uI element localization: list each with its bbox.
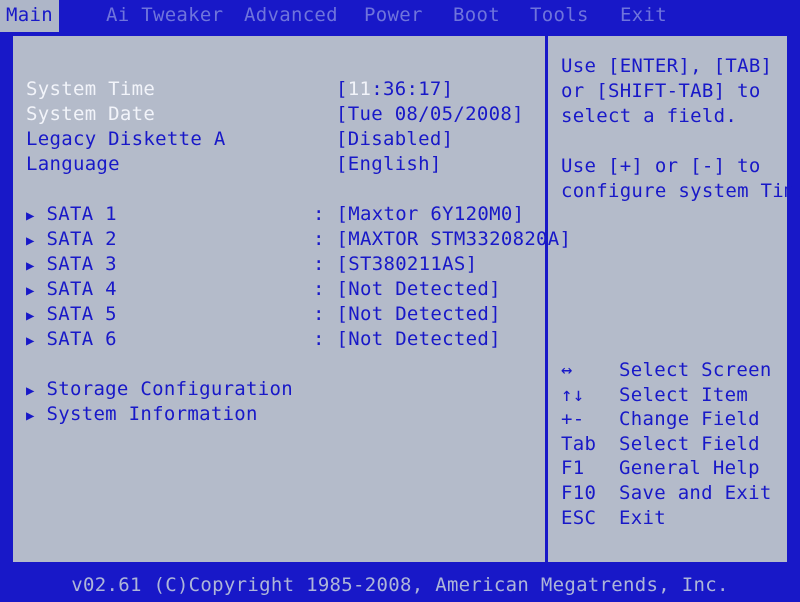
key-row: Tab Select Field (561, 432, 760, 455)
tab-tools[interactable]: Tools (530, 2, 589, 30)
f1-key: F1 (561, 457, 585, 480)
sata-3-label: SATA 3 (46, 253, 117, 275)
language-label[interactable]: Language (26, 152, 120, 176)
key-row: ↔ Select Screen (561, 359, 772, 381)
copyright-footer: v02.61 (C)Copyright 1985-2008, American … (0, 568, 800, 600)
f10-key: F10 (561, 481, 597, 504)
sata-3-value: : [ST380211AS] (313, 253, 478, 275)
legacy-diskette-value[interactable]: [Disabled] (336, 127, 453, 151)
bracket-open: [ (336, 78, 348, 100)
key-row: ESC Exit (561, 506, 666, 529)
key-row: ↑↓ Select Item (561, 383, 749, 406)
arrow-right-icon: ▶ (26, 208, 35, 224)
sata-1-label: SATA 1 (46, 203, 117, 225)
arrow-right-icon: ▶ (26, 408, 35, 424)
key-row: F10 Save and Exit (561, 481, 772, 504)
tab-advanced[interactable]: Advanced (244, 2, 338, 30)
left-right-arrows-icon: ↔ (561, 359, 573, 381)
arrow-right-icon: ▶ (26, 258, 35, 274)
main-panel: System Time [11:36:17] System Date [Tue … (10, 33, 800, 565)
system-date-label[interactable]: System Date (26, 102, 155, 126)
system-time-label[interactable]: System Time (26, 77, 155, 101)
sata-4-label: SATA 4 (46, 278, 117, 300)
sata-5-label: SATA 5 (46, 303, 117, 325)
sata-2-label: SATA 2 (46, 228, 117, 250)
tab-main[interactable]: Main (0, 0, 59, 32)
sata-1-value: : [Maxtor 6Y120M0] (313, 203, 525, 225)
key-legend: ↔ Select Screen ↑↓ Select Item +- Change Fi… (561, 358, 772, 530)
tab-power[interactable]: Power (364, 2, 423, 30)
tab-key: Tab (561, 432, 597, 455)
system-time-hour[interactable]: 11 (348, 78, 371, 100)
arrow-right-icon: ▶ (26, 308, 35, 324)
arrow-right-icon: ▶ (26, 283, 35, 299)
language-value[interactable]: [English] (336, 152, 442, 176)
system-information-label: System Information (46, 403, 258, 425)
sata-4-value: : [Not Detected] (313, 278, 501, 300)
tab-boot[interactable]: Boot (453, 2, 500, 30)
storage-configuration-item[interactable]: ▶ Storage Configuration (26, 377, 293, 401)
sata-6-value: : [Not Detected] (313, 328, 501, 350)
system-time-rest: :36:17] (371, 78, 454, 100)
key-row: F1 General Help (561, 457, 760, 480)
key-row: +- Change Field (561, 408, 760, 431)
help-text-configure: Use [+] or [-] to configure system Time. (561, 155, 800, 202)
sata-4-item[interactable]: ▶ SATA 4 (26, 277, 117, 301)
arrow-right-icon: ▶ (26, 333, 35, 349)
sata-5-item[interactable]: ▶ SATA 5 (26, 302, 117, 326)
system-information-item[interactable]: ▶ System Information (26, 402, 258, 426)
sata-2-value: : [MAXTOR STM3320820A] (313, 228, 572, 250)
help-text-navigation: Use [ENTER], [TAB] or [SHIFT-TAB] to sel… (561, 55, 773, 127)
legacy-diskette-label[interactable]: Legacy Diskette A (26, 127, 226, 151)
arrow-right-icon: ▶ (26, 383, 35, 399)
menu-bar: Main Ai Tweaker Advanced Power Boot Tool… (0, 0, 800, 34)
sata-6-item[interactable]: ▶ SATA 6 (26, 327, 117, 351)
sata-6-label: SATA 6 (46, 328, 117, 350)
bios-screen: Main Ai Tweaker Advanced Power Boot Tool… (0, 0, 800, 600)
sata-5-value: : [Not Detected] (313, 303, 501, 325)
esc-key: ESC (561, 506, 597, 529)
system-date-value[interactable]: [Tue 08/05/2008] (336, 102, 524, 126)
storage-configuration-label: Storage Configuration (46, 378, 294, 400)
plus-minus-key: +- (561, 408, 585, 431)
sata-2-item[interactable]: ▶ SATA 2 (26, 227, 117, 251)
up-down-arrows-icon: ↑↓ (561, 383, 585, 406)
system-time-value[interactable]: [11:36:17] (336, 77, 453, 101)
sata-1-item[interactable]: ▶ SATA 1 (26, 202, 117, 226)
sata-3-item[interactable]: ▶ SATA 3 (26, 252, 117, 276)
arrow-right-icon: ▶ (26, 233, 35, 249)
panel-divider (545, 36, 548, 562)
tab-ai-tweaker[interactable]: Ai Tweaker (106, 2, 223, 30)
tab-exit[interactable]: Exit (620, 2, 667, 30)
